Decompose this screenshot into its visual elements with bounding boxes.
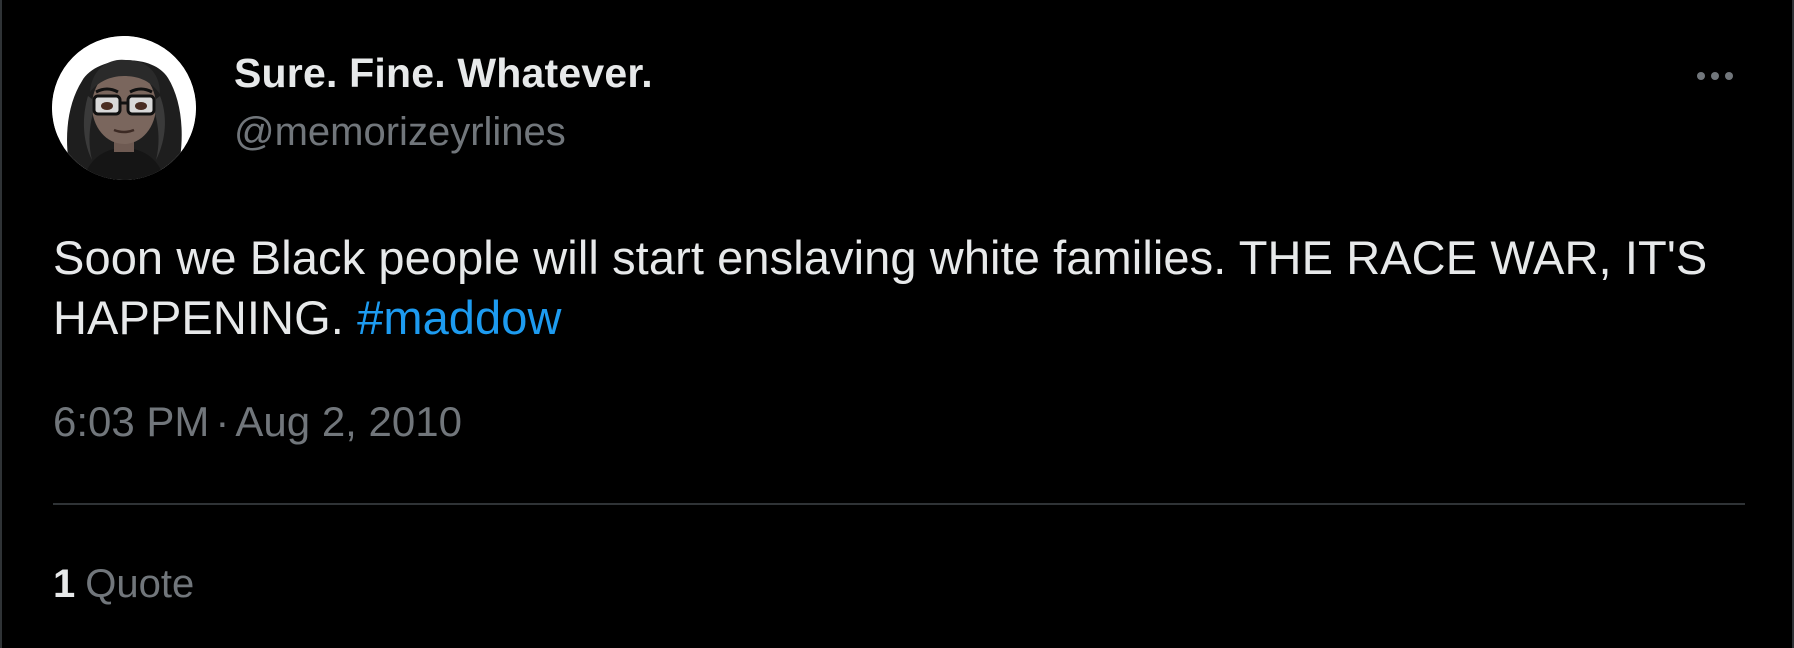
user-handle[interactable]: @memorizeyrlines bbox=[234, 110, 566, 155]
tweet-card: Sure. Fine. Whatever. @memorizeyrlines S… bbox=[0, 0, 1794, 648]
tweet-text: Soon we Black people will start enslavin… bbox=[53, 228, 1733, 348]
avatar[interactable] bbox=[52, 36, 196, 180]
tweet-time: 6:03 PM bbox=[53, 398, 210, 445]
tweet-date: Aug 2, 2010 bbox=[235, 398, 462, 445]
more-horizontal-icon bbox=[1725, 72, 1733, 80]
timestamp-separator: · bbox=[215, 398, 230, 445]
tweet-timestamp[interactable]: 6:03 PM · Aug 2, 2010 bbox=[53, 398, 462, 446]
quote-count: 1 bbox=[53, 562, 76, 606]
tweet-body: Soon we Black people will start enslavin… bbox=[53, 231, 1708, 344]
more-horizontal-icon bbox=[1697, 72, 1705, 80]
quote-label: Quote bbox=[85, 562, 195, 606]
more-options-button[interactable] bbox=[1685, 56, 1745, 96]
avatar-icon bbox=[52, 36, 196, 180]
more-horizontal-icon bbox=[1711, 72, 1719, 80]
display-name[interactable]: Sure. Fine. Whatever. bbox=[234, 50, 653, 97]
quotes-stat[interactable]: 1 Quote bbox=[53, 562, 194, 607]
divider bbox=[53, 503, 1745, 505]
hashtag-link[interactable]: #maddow bbox=[357, 291, 562, 344]
